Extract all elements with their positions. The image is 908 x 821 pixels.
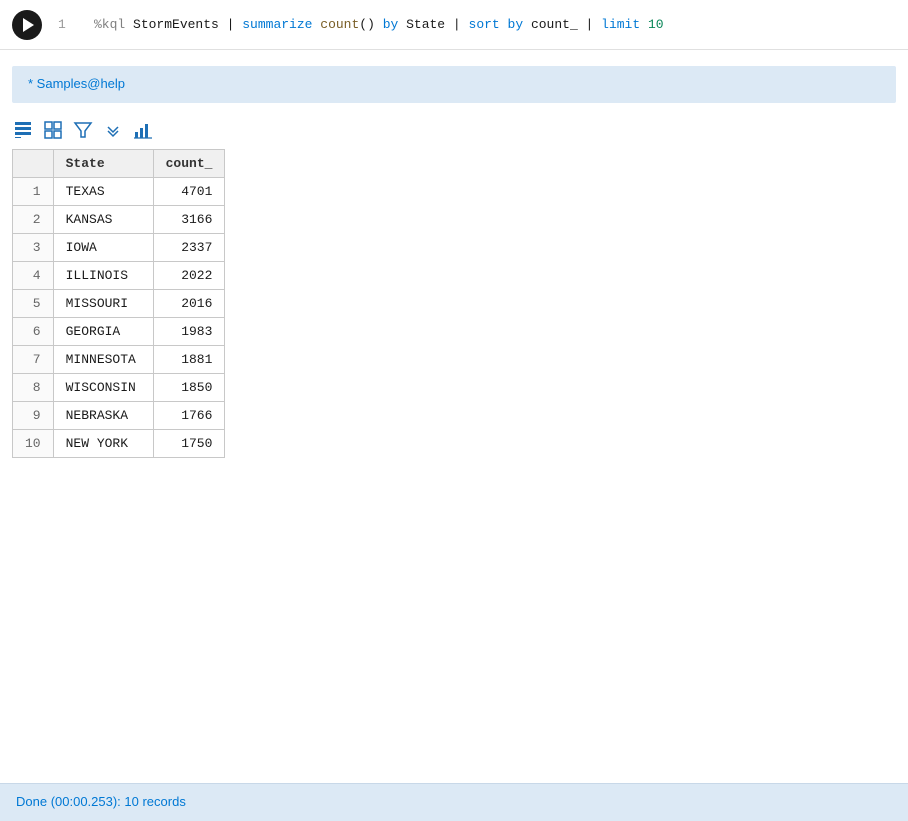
query-text: %kql StormEvents | summarize count() by …	[94, 17, 664, 32]
cell-count: 1983	[153, 318, 225, 346]
run-button[interactable]	[12, 10, 42, 40]
row-number: 6	[13, 318, 54, 346]
status-text: Done (00:00.253): 10 records	[16, 794, 186, 809]
status-bar: Done (00:00.253): 10 records	[0, 783, 908, 821]
cell-state: KANSAS	[53, 206, 153, 234]
cell-count: 2337	[153, 234, 225, 262]
table-row: 4ILLINOIS2022	[13, 262, 225, 290]
row-number: 9	[13, 402, 54, 430]
cell-state: IOWA	[53, 234, 153, 262]
samples-text: * Samples@help	[28, 76, 125, 91]
pipe1: |	[227, 17, 243, 32]
pipe3: |	[586, 17, 602, 32]
cell-count: 1850	[153, 374, 225, 402]
table-header-row: State count_	[13, 150, 225, 178]
cmd-limit: limit	[601, 17, 648, 32]
cell-state: NEBRASKA	[53, 402, 153, 430]
cell-count: 1750	[153, 430, 225, 458]
kql-prefix: %kql	[94, 17, 133, 32]
col-state: State	[406, 17, 453, 32]
row-number: 10	[13, 430, 54, 458]
table-row: 7MINNESOTA1881	[13, 346, 225, 374]
row-number: 3	[13, 234, 54, 262]
table-row: 10NEW YORK1750	[13, 430, 225, 458]
filter-icon[interactable]	[72, 119, 94, 141]
cell-count: 4701	[153, 178, 225, 206]
col-header-rownum	[13, 150, 54, 178]
table-row: 3IOWA2337	[13, 234, 225, 262]
cell-count: 1766	[153, 402, 225, 430]
by-keyword1: by	[383, 17, 406, 32]
table-row: 5MISSOURI2016	[13, 290, 225, 318]
chart-icon[interactable]	[132, 119, 154, 141]
row-number: 7	[13, 346, 54, 374]
col-header-count: count_	[153, 150, 225, 178]
table-row: 9NEBRASKA1766	[13, 402, 225, 430]
table-row: 8WISCONSIN1850	[13, 374, 225, 402]
fn-count: count	[320, 17, 359, 32]
table-row: 2KANSAS3166	[13, 206, 225, 234]
by-keyword2: by	[508, 17, 531, 32]
results-table: State count_ 1TEXAS47012KANSAS31663IOWA2…	[12, 149, 225, 458]
cell-state: NEW YORK	[53, 430, 153, 458]
main-content: * Samples@help	[0, 66, 908, 821]
cell-count: 3166	[153, 206, 225, 234]
table-view-icon[interactable]	[12, 119, 34, 141]
cell-state: ILLINOIS	[53, 262, 153, 290]
row-number: 8	[13, 374, 54, 402]
cell-count: 1881	[153, 346, 225, 374]
cell-state: GEORGIA	[53, 318, 153, 346]
table-row: 6GEORGIA1983	[13, 318, 225, 346]
results-toolbar	[0, 103, 908, 149]
pipe2: |	[453, 17, 469, 32]
cell-state: MINNESOTA	[53, 346, 153, 374]
query-bar: 1 %kql StormEvents | summarize count() b…	[0, 0, 908, 50]
cell-state: MISSOURI	[53, 290, 153, 318]
samples-banner: * Samples@help	[12, 66, 896, 103]
col-header-state: State	[53, 150, 153, 178]
cell-state: TEXAS	[53, 178, 153, 206]
fn-parens: ()	[359, 17, 382, 32]
cmd-sort: sort	[469, 17, 508, 32]
row-number: 4	[13, 262, 54, 290]
table-name: StormEvents	[133, 17, 227, 32]
row-number: 5	[13, 290, 54, 318]
cmd-summarize: summarize	[242, 17, 320, 32]
col-count: count_	[531, 17, 586, 32]
results-table-wrapper: State count_ 1TEXAS47012KANSAS31663IOWA2…	[0, 149, 908, 458]
cell-count: 2022	[153, 262, 225, 290]
table-row: 1TEXAS4701	[13, 178, 225, 206]
grid-view-icon[interactable]	[42, 119, 64, 141]
line-number: 1	[58, 17, 78, 32]
num-10: 10	[648, 17, 664, 32]
row-number: 2	[13, 206, 54, 234]
expand-icon[interactable]	[102, 119, 124, 141]
cell-count: 2016	[153, 290, 225, 318]
row-number: 1	[13, 178, 54, 206]
cell-state: WISCONSIN	[53, 374, 153, 402]
